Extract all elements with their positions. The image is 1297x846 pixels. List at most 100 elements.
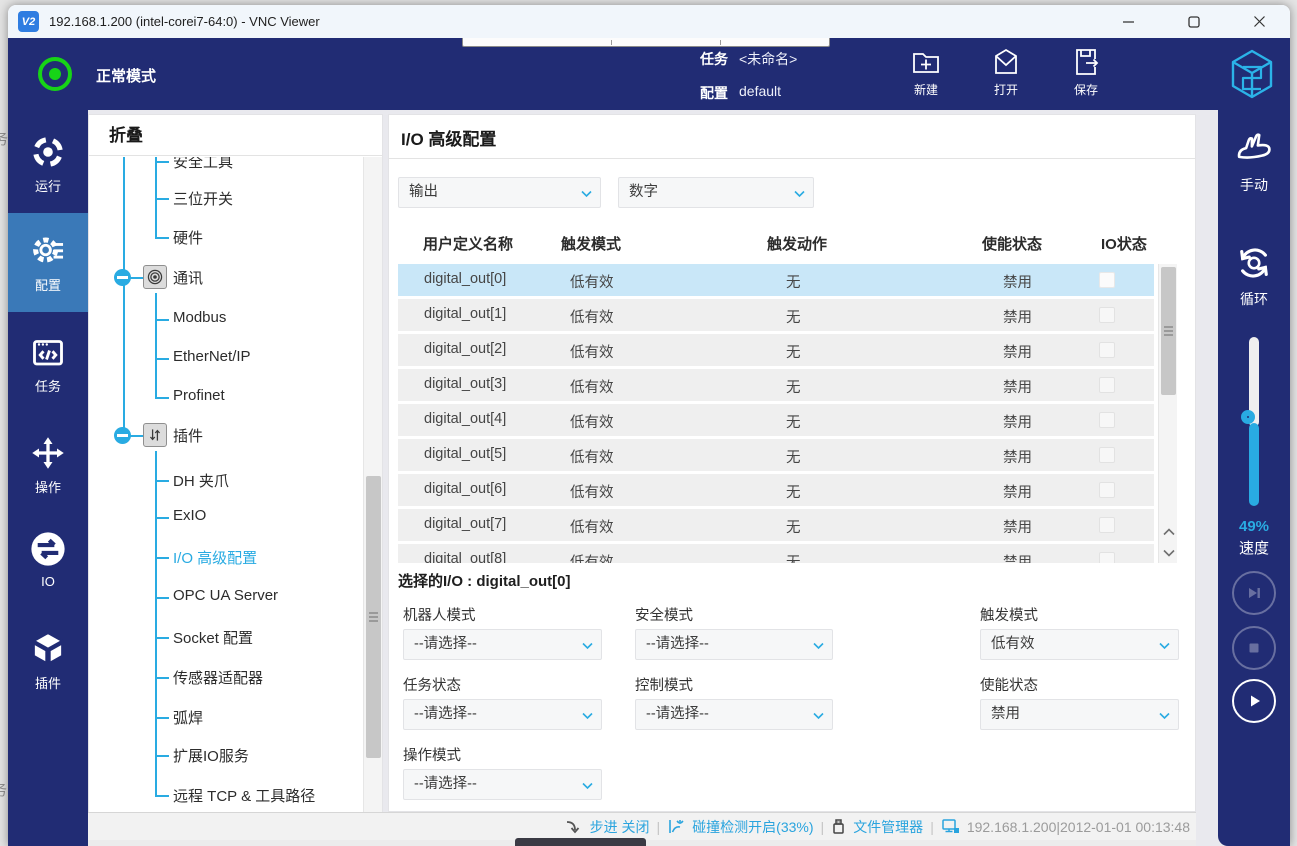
step-button[interactable] bbox=[1232, 571, 1276, 615]
tree-item[interactable]: Modbus bbox=[173, 309, 226, 326]
tree-collapse-header[interactable]: 折叠 bbox=[89, 115, 382, 156]
io-state-checkbox[interactable] bbox=[1099, 517, 1115, 533]
step-icon bbox=[1245, 584, 1263, 602]
sidebar-item-operate[interactable]: 操作 bbox=[8, 435, 88, 496]
cell-trigger: 低有效 bbox=[570, 376, 614, 397]
step-status-text[interactable]: 步进 关闭 bbox=[590, 817, 650, 837]
table-row[interactable]: digital_out[7] 低有效 无 禁用 bbox=[398, 509, 1154, 541]
tree-item[interactable]: Profinet bbox=[173, 387, 225, 404]
stop-button[interactable] bbox=[1232, 626, 1276, 670]
file-manager-link[interactable]: 文件管理器 bbox=[853, 817, 923, 837]
chevron-down-icon bbox=[1159, 712, 1170, 720]
table-row[interactable]: digital_out[5] 低有效 无 禁用 bbox=[398, 439, 1154, 471]
io-config-panel: I/O 高级配置 输出 数字 用户定义名称 触发模式 触发动作 使能状态 IO状… bbox=[388, 114, 1196, 812]
sidebar-item-run[interactable]: 运行 bbox=[8, 134, 88, 195]
table-scroll-up-button[interactable] bbox=[1159, 521, 1178, 542]
sidebar-item-task[interactable]: 任务 bbox=[8, 334, 88, 395]
cell-name: digital_out[0] bbox=[424, 271, 506, 287]
cell-enable: 禁用 bbox=[1003, 341, 1032, 362]
tree-line bbox=[155, 637, 169, 639]
save-button[interactable]: 保存 bbox=[1056, 46, 1116, 104]
chevron-down-icon bbox=[581, 190, 592, 198]
cycle-mode-button[interactable]: 循环 bbox=[1218, 242, 1290, 309]
vnc-toolbar-tab[interactable] bbox=[462, 38, 830, 47]
play-icon bbox=[1245, 692, 1263, 710]
tree-item[interactable]: ExIO bbox=[173, 507, 206, 524]
clipped-screen-fragment bbox=[515, 838, 646, 846]
plugin-cube-icon bbox=[29, 629, 67, 667]
tree-item[interactable]: 弧焊 bbox=[173, 707, 203, 728]
io-state-checkbox[interactable] bbox=[1099, 552, 1115, 563]
table-scrollbar[interactable] bbox=[1158, 264, 1177, 563]
open-file-icon bbox=[990, 46, 1022, 78]
table-row[interactable]: digital_out[3] 低有效 无 禁用 bbox=[398, 369, 1154, 401]
tree-item[interactable]: 插件 bbox=[173, 425, 203, 446]
io-type-select[interactable]: 数字 bbox=[618, 177, 814, 208]
io-state-checkbox[interactable] bbox=[1099, 482, 1115, 498]
task-status-select[interactable]: --请选择-- bbox=[403, 699, 602, 730]
control-mode-select[interactable]: --请选择-- bbox=[635, 699, 833, 730]
io-state-checkbox[interactable] bbox=[1099, 412, 1115, 428]
tree-item[interactable]: EtherNet/IP bbox=[173, 348, 251, 365]
tree-item[interactable]: DH 夹爪 bbox=[173, 470, 229, 491]
tree-item[interactable]: 传感器适配器 bbox=[173, 667, 263, 688]
table-row[interactable]: digital_out[0] 低有效 无 禁用 bbox=[398, 264, 1154, 296]
speed-slider-thumb[interactable] bbox=[1241, 410, 1255, 424]
safety-mode-select[interactable]: --请选择-- bbox=[635, 629, 833, 660]
table-scroll-down-button[interactable] bbox=[1159, 542, 1178, 563]
play-button[interactable] bbox=[1232, 679, 1276, 723]
io-state-checkbox[interactable] bbox=[1099, 272, 1115, 288]
io-state-checkbox[interactable] bbox=[1099, 342, 1115, 358]
robot-mode-select[interactable]: --请选择-- bbox=[403, 629, 602, 660]
minimize-button[interactable] bbox=[1105, 5, 1151, 38]
enable-state-value: 禁用 bbox=[991, 706, 1020, 722]
maximize-button[interactable] bbox=[1171, 5, 1217, 38]
tree-scrollbar[interactable] bbox=[363, 157, 382, 846]
tree-scrollbar-thumb[interactable] bbox=[366, 476, 381, 758]
speed-slider-track-lower[interactable] bbox=[1249, 423, 1259, 506]
table-row[interactable]: digital_out[1] 低有效 无 禁用 bbox=[398, 299, 1154, 331]
table-scrollbar-thumb[interactable] bbox=[1161, 267, 1176, 395]
tree-item[interactable]: 通讯 bbox=[173, 267, 203, 288]
io-state-checkbox[interactable] bbox=[1099, 447, 1115, 463]
table-row[interactable]: digital_out[4] 低有效 无 禁用 bbox=[398, 404, 1154, 436]
stop-icon bbox=[1246, 640, 1262, 656]
sidebar-config-label: 配置 bbox=[35, 275, 61, 294]
operate-mode-select[interactable]: --请选择-- bbox=[403, 769, 602, 800]
tree-item[interactable]: 扩展IO服务 bbox=[173, 745, 249, 766]
table-row[interactable]: digital_out[8] 低有效 无 禁用 bbox=[398, 544, 1154, 563]
sidebar-item-config[interactable]: 配置 bbox=[8, 213, 88, 312]
col-header-trigger: 触发模式 bbox=[561, 233, 621, 254]
cell-enable: 禁用 bbox=[1003, 376, 1032, 397]
table-row[interactable]: digital_out[6] 低有效 无 禁用 bbox=[398, 474, 1154, 506]
tree-item[interactable]: OPC UA Server bbox=[173, 587, 278, 604]
close-button[interactable] bbox=[1236, 5, 1282, 38]
open-button[interactable]: 打开 bbox=[976, 46, 1036, 104]
enable-state-select[interactable]: 禁用 bbox=[980, 699, 1179, 730]
maximize-icon bbox=[1188, 16, 1200, 28]
new-task-button[interactable]: 新建 bbox=[896, 46, 956, 104]
collapse-toggle-plugin[interactable] bbox=[114, 427, 131, 444]
tree-line bbox=[155, 517, 169, 519]
tree-item-selected[interactable]: I/O 高级配置 bbox=[173, 547, 257, 568]
chevron-down-icon bbox=[813, 642, 824, 650]
io-direction-value: 输出 bbox=[409, 184, 438, 200]
tree-item[interactable]: Socket 配置 bbox=[173, 627, 253, 648]
io-state-checkbox[interactable] bbox=[1099, 377, 1115, 393]
sidebar-io-label: IO bbox=[41, 574, 55, 589]
collapse-toggle-comm[interactable] bbox=[114, 269, 131, 286]
table-row[interactable]: digital_out[2] 低有效 无 禁用 bbox=[398, 334, 1154, 366]
collision-status-text[interactable]: 碰撞检测开启(33%) bbox=[692, 817, 813, 837]
sidebar-item-plugin[interactable]: 插件 bbox=[8, 629, 88, 692]
tree-item[interactable]: 硬件 bbox=[173, 227, 203, 248]
save-icon bbox=[1070, 46, 1102, 78]
io-state-checkbox[interactable] bbox=[1099, 307, 1115, 323]
io-direction-select[interactable]: 输出 bbox=[398, 177, 601, 208]
separator: | bbox=[821, 819, 825, 835]
manual-mode-button[interactable]: 手动 bbox=[1218, 128, 1290, 195]
tree-item[interactable]: 三位开关 bbox=[173, 188, 233, 209]
tree-item[interactable]: 远程 TCP & 工具路径 bbox=[173, 785, 315, 806]
sidebar-item-io[interactable]: IO bbox=[8, 530, 88, 589]
trigger-mode-select[interactable]: 低有效 bbox=[980, 629, 1179, 660]
tree-item[interactable]: 安全工具 bbox=[173, 157, 233, 172]
